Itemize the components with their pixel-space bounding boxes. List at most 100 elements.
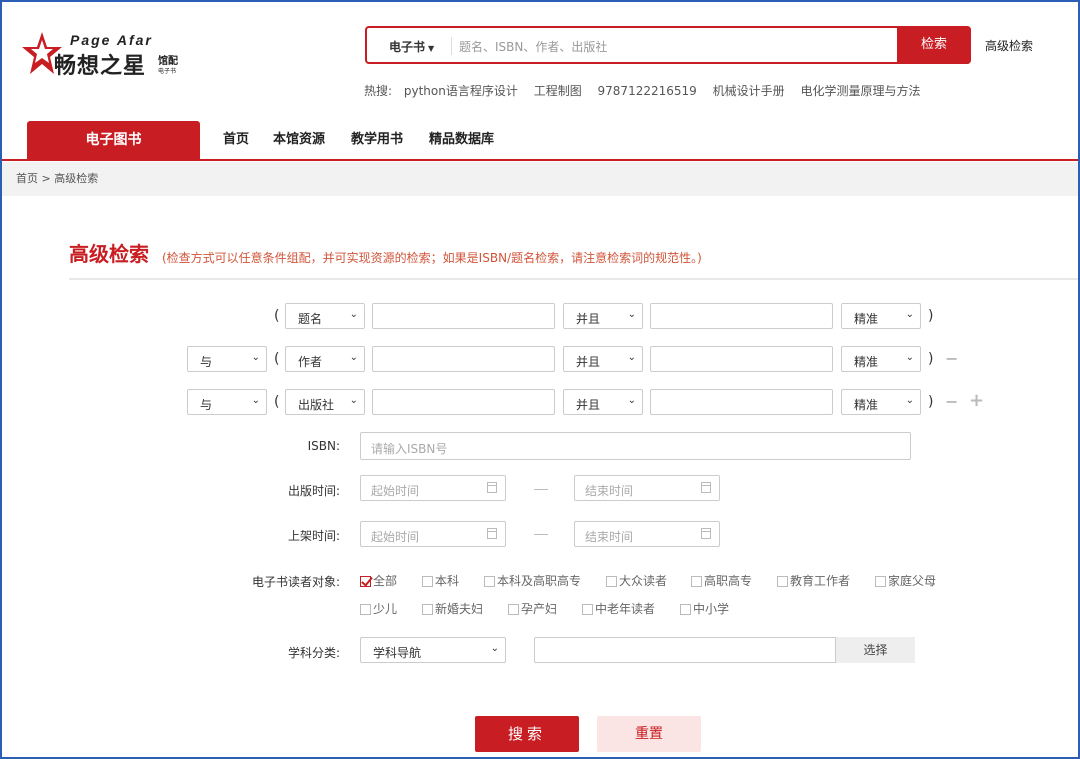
chevron-down-icon: ⌄: [490, 643, 499, 654]
hot-label: 热搜:: [364, 84, 393, 98]
range-dash: [534, 534, 548, 535]
keyword-input-2[interactable]: [650, 389, 833, 415]
page-note: (检查方式可以任意条件组配，并可实现资源的检索；如果是ISBN/题名检索，请注意…: [162, 251, 702, 265]
match-select[interactable]: 精准 ⌄: [841, 346, 921, 372]
chevron-down-icon: ▼: [428, 44, 435, 53]
logic-select[interactable]: 与 ⌄: [187, 389, 267, 415]
page-title: 高级检索: [69, 242, 149, 266]
hot-item[interactable]: 工程制图: [534, 84, 582, 98]
nav-item-databases[interactable]: 精品数据库: [429, 121, 494, 159]
hot-item[interactable]: 9787122216519: [598, 84, 697, 98]
audience-checkbox[interactable]: 大众读者: [606, 574, 667, 588]
pub-time-label: 出版时间:: [287, 484, 340, 498]
page-frame: Page Afar 畅想之星 馆配 电子书 电子书▼ 检索 高级检索 热搜: p…: [0, 0, 1080, 759]
range-dash: [534, 489, 548, 490]
keyword-input-2[interactable]: [650, 303, 833, 329]
audience-checkbox[interactable]: 本科及高职高专: [484, 574, 581, 588]
hot-item[interactable]: 机械设计手册: [713, 84, 785, 98]
breadcrumb: 首页 > 高级检索: [2, 162, 1078, 196]
minus-icon[interactable]: −: [945, 349, 958, 368]
open-paren: (: [274, 394, 280, 410]
logic-select[interactable]: 与 ⌄: [187, 346, 267, 372]
close-paren: ): [928, 394, 934, 410]
chevron-down-icon: ⌄: [627, 352, 636, 363]
minus-icon[interactable]: −: [945, 392, 958, 411]
shelf-time-label: 上架时间:: [287, 529, 340, 543]
chevron-down-icon: ⌄: [349, 309, 358, 320]
nav-category-ebooks[interactable]: 电子图书: [27, 121, 200, 159]
audience-label: 电子书读者对象:: [251, 575, 340, 589]
shelf-end-date-input[interactable]: 结束时间: [574, 521, 720, 547]
chevron-down-icon: ⌄: [349, 352, 358, 363]
operator-select[interactable]: 并且 ⌄: [563, 303, 643, 329]
logo[interactable]: Page Afar 畅想之星 馆配 电子书: [22, 28, 192, 80]
calendar-icon: [487, 528, 497, 539]
subject-select[interactable]: 学科导航 ⌄: [360, 637, 506, 663]
hot-item[interactable]: 电化学测量原理与方法: [800, 84, 920, 98]
pub-end-date-input[interactable]: 结束时间: [574, 475, 720, 501]
subject-label: 学科分类:: [287, 646, 340, 660]
audience-checkbox[interactable]: 家庭父母: [875, 574, 936, 588]
isbn-label: ISBN:: [307, 439, 340, 453]
hot-item[interactable]: python语言程序设计: [404, 84, 518, 98]
shelf-start-date-input[interactable]: 起始时间: [360, 521, 506, 547]
close-paren: ): [928, 351, 934, 367]
keyword-input[interactable]: [372, 389, 555, 415]
keyword-input[interactable]: [372, 303, 555, 329]
calendar-icon: [487, 482, 497, 493]
match-select[interactable]: 精准 ⌄: [841, 389, 921, 415]
match-select[interactable]: 精准 ⌄: [841, 303, 921, 329]
operator-select[interactable]: 并且 ⌄: [563, 389, 643, 415]
close-paren: ): [928, 308, 934, 324]
chevron-down-icon: ⌄: [627, 395, 636, 406]
pub-start-date-input[interactable]: 起始时间: [360, 475, 506, 501]
calendar-icon: [701, 528, 711, 539]
audience-checkbox[interactable]: 本科: [422, 574, 459, 588]
audience-checkbox[interactable]: 少儿: [360, 602, 397, 616]
audience-checkbox-all[interactable]: 全部: [360, 574, 397, 588]
nav-item-library-resources[interactable]: 本馆资源: [273, 121, 325, 159]
chevron-down-icon: ⌄: [349, 395, 358, 406]
search-type-dropdown[interactable]: 电子书 ▼: [389, 38, 434, 55]
search-input[interactable]: [457, 34, 891, 60]
search-button[interactable]: 检索: [897, 26, 971, 64]
keyword-input[interactable]: [372, 346, 555, 372]
logo-brand-sub: 馆配: [158, 56, 178, 67]
chevron-down-icon: ⌄: [251, 395, 260, 406]
divider: [451, 37, 452, 55]
audience-checkbox[interactable]: 中小学: [680, 602, 729, 616]
submit-search-button[interactable]: 搜索: [475, 716, 579, 752]
open-paren: (: [274, 308, 280, 324]
advanced-search-link[interactable]: 高级检索: [985, 37, 1033, 54]
audience-checkbox[interactable]: 教育工作者: [777, 574, 850, 588]
logo-brand-sub2: 电子书: [158, 68, 177, 75]
subject-pick-button[interactable]: 选择: [835, 637, 915, 663]
logo-brand-cn: 畅想之星: [54, 54, 147, 79]
chevron-down-icon: ⌄: [905, 309, 914, 320]
chevron-down-icon: ⌄: [251, 352, 260, 363]
hot-searches: 热搜: python语言程序设计 工程制图 9787122216519 机械设计…: [364, 82, 932, 99]
main-nav: 电子图书 首页 本馆资源 教学用书 精品数据库: [2, 121, 1078, 161]
checkbox-checked-icon: [360, 576, 371, 587]
field-select[interactable]: 作者 ⌄: [285, 346, 365, 372]
nav-item-textbooks[interactable]: 教学用书: [351, 121, 403, 159]
audience-checkbox[interactable]: 孕产妇: [508, 602, 557, 616]
nav-item-home[interactable]: 首页: [223, 121, 249, 159]
logo-brand-en: Page Afar: [70, 32, 153, 48]
operator-select[interactable]: 并且 ⌄: [563, 346, 643, 372]
isbn-input[interactable]: 请输入ISBN号: [360, 432, 911, 460]
open-paren: (: [274, 351, 280, 367]
audience-checkbox[interactable]: 新婚夫妇: [422, 602, 483, 616]
divider: [69, 278, 1078, 280]
keyword-input-2[interactable]: [650, 346, 833, 372]
search-bar: 电子书▼ 检索: [365, 26, 971, 64]
audience-checkbox[interactable]: 中老年读者: [582, 602, 655, 616]
reset-button[interactable]: 重置: [597, 716, 701, 752]
audience-checkbox[interactable]: 高职高专: [691, 574, 752, 588]
chevron-down-icon: ⌄: [627, 309, 636, 320]
plus-icon[interactable]: +: [969, 390, 984, 411]
field-select[interactable]: 题名 ⌄: [285, 303, 365, 329]
chevron-down-icon: ⌄: [905, 395, 914, 406]
calendar-icon: [701, 482, 711, 493]
field-select[interactable]: 出版社 ⌄: [285, 389, 365, 415]
